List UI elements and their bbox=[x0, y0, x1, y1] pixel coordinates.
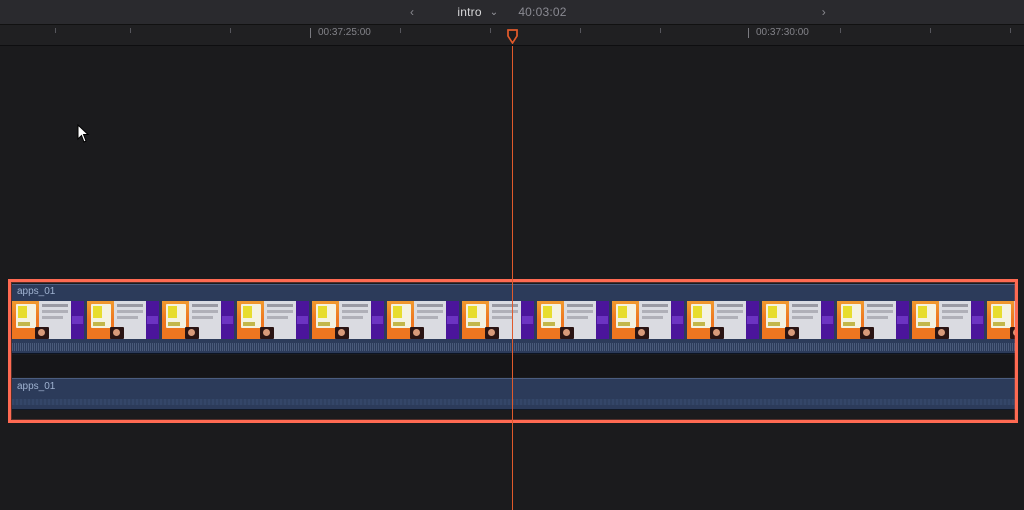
clip-thumbnail bbox=[912, 301, 984, 339]
ruler-tick bbox=[230, 28, 231, 33]
clip-thumbnail bbox=[837, 301, 909, 339]
timeline-title-group[interactable]: intro ⌄ 40:03:02 bbox=[457, 5, 566, 19]
clip-thumbnail bbox=[237, 301, 309, 339]
audio-clip[interactable]: apps_01 bbox=[12, 378, 1016, 410]
clip-thumbnail bbox=[987, 301, 1016, 339]
next-timeline-button[interactable]: › bbox=[802, 5, 846, 19]
timeline-title: intro bbox=[457, 5, 481, 19]
ruler-tick bbox=[310, 28, 311, 38]
ruler-tick bbox=[580, 28, 581, 33]
clip-thumbnail bbox=[162, 301, 234, 339]
timeline-header: ‹ intro ⌄ 40:03:02 › bbox=[0, 0, 1024, 24]
ruler-tick bbox=[400, 28, 401, 33]
playhead[interactable] bbox=[512, 46, 513, 510]
ruler-timecode: 00:37:25:00 bbox=[318, 27, 371, 38]
ruler-tick bbox=[748, 28, 749, 38]
clip-thumbnail bbox=[12, 301, 84, 339]
clip-thumbnail-strip bbox=[12, 301, 1016, 339]
clip-thumbnail bbox=[387, 301, 459, 339]
playhead-marker-icon[interactable] bbox=[507, 29, 518, 44]
clip-thumbnail bbox=[612, 301, 684, 339]
clip-label: apps_01 bbox=[17, 381, 55, 392]
ruler-tick bbox=[840, 28, 841, 33]
ruler-tick bbox=[930, 28, 931, 33]
ruler-tick bbox=[1010, 28, 1011, 33]
app-root: ‹ intro ⌄ 40:03:02 › 00:37:25:00 00:37:30… bbox=[0, 0, 1024, 510]
timeline-duration: 40:03:02 bbox=[504, 5, 566, 19]
clip-thumbnail bbox=[87, 301, 159, 339]
ruler-tick bbox=[130, 28, 131, 33]
video-clip[interactable]: apps_01 bbox=[12, 284, 1016, 354]
clip-thumbnail bbox=[762, 301, 834, 339]
ruler-timecode: 00:37:30:00 bbox=[756, 27, 809, 38]
ruler-tick bbox=[490, 28, 491, 33]
ruler-tick bbox=[55, 28, 56, 33]
clip-label: apps_01 bbox=[17, 286, 55, 297]
track-gap bbox=[12, 355, 1016, 377]
clip-waveform bbox=[12, 343, 1016, 351]
ruler-tick bbox=[660, 28, 661, 33]
chevron-down-icon: ⌄ bbox=[488, 7, 499, 18]
clip-thumbnail bbox=[462, 301, 534, 339]
cursor-icon bbox=[77, 124, 91, 144]
audio-waveform bbox=[12, 399, 1016, 405]
clip-thumbnail bbox=[687, 301, 759, 339]
clip-thumbnail bbox=[537, 301, 609, 339]
prev-timeline-button[interactable]: ‹ bbox=[390, 5, 434, 19]
clip-thumbnail bbox=[312, 301, 384, 339]
